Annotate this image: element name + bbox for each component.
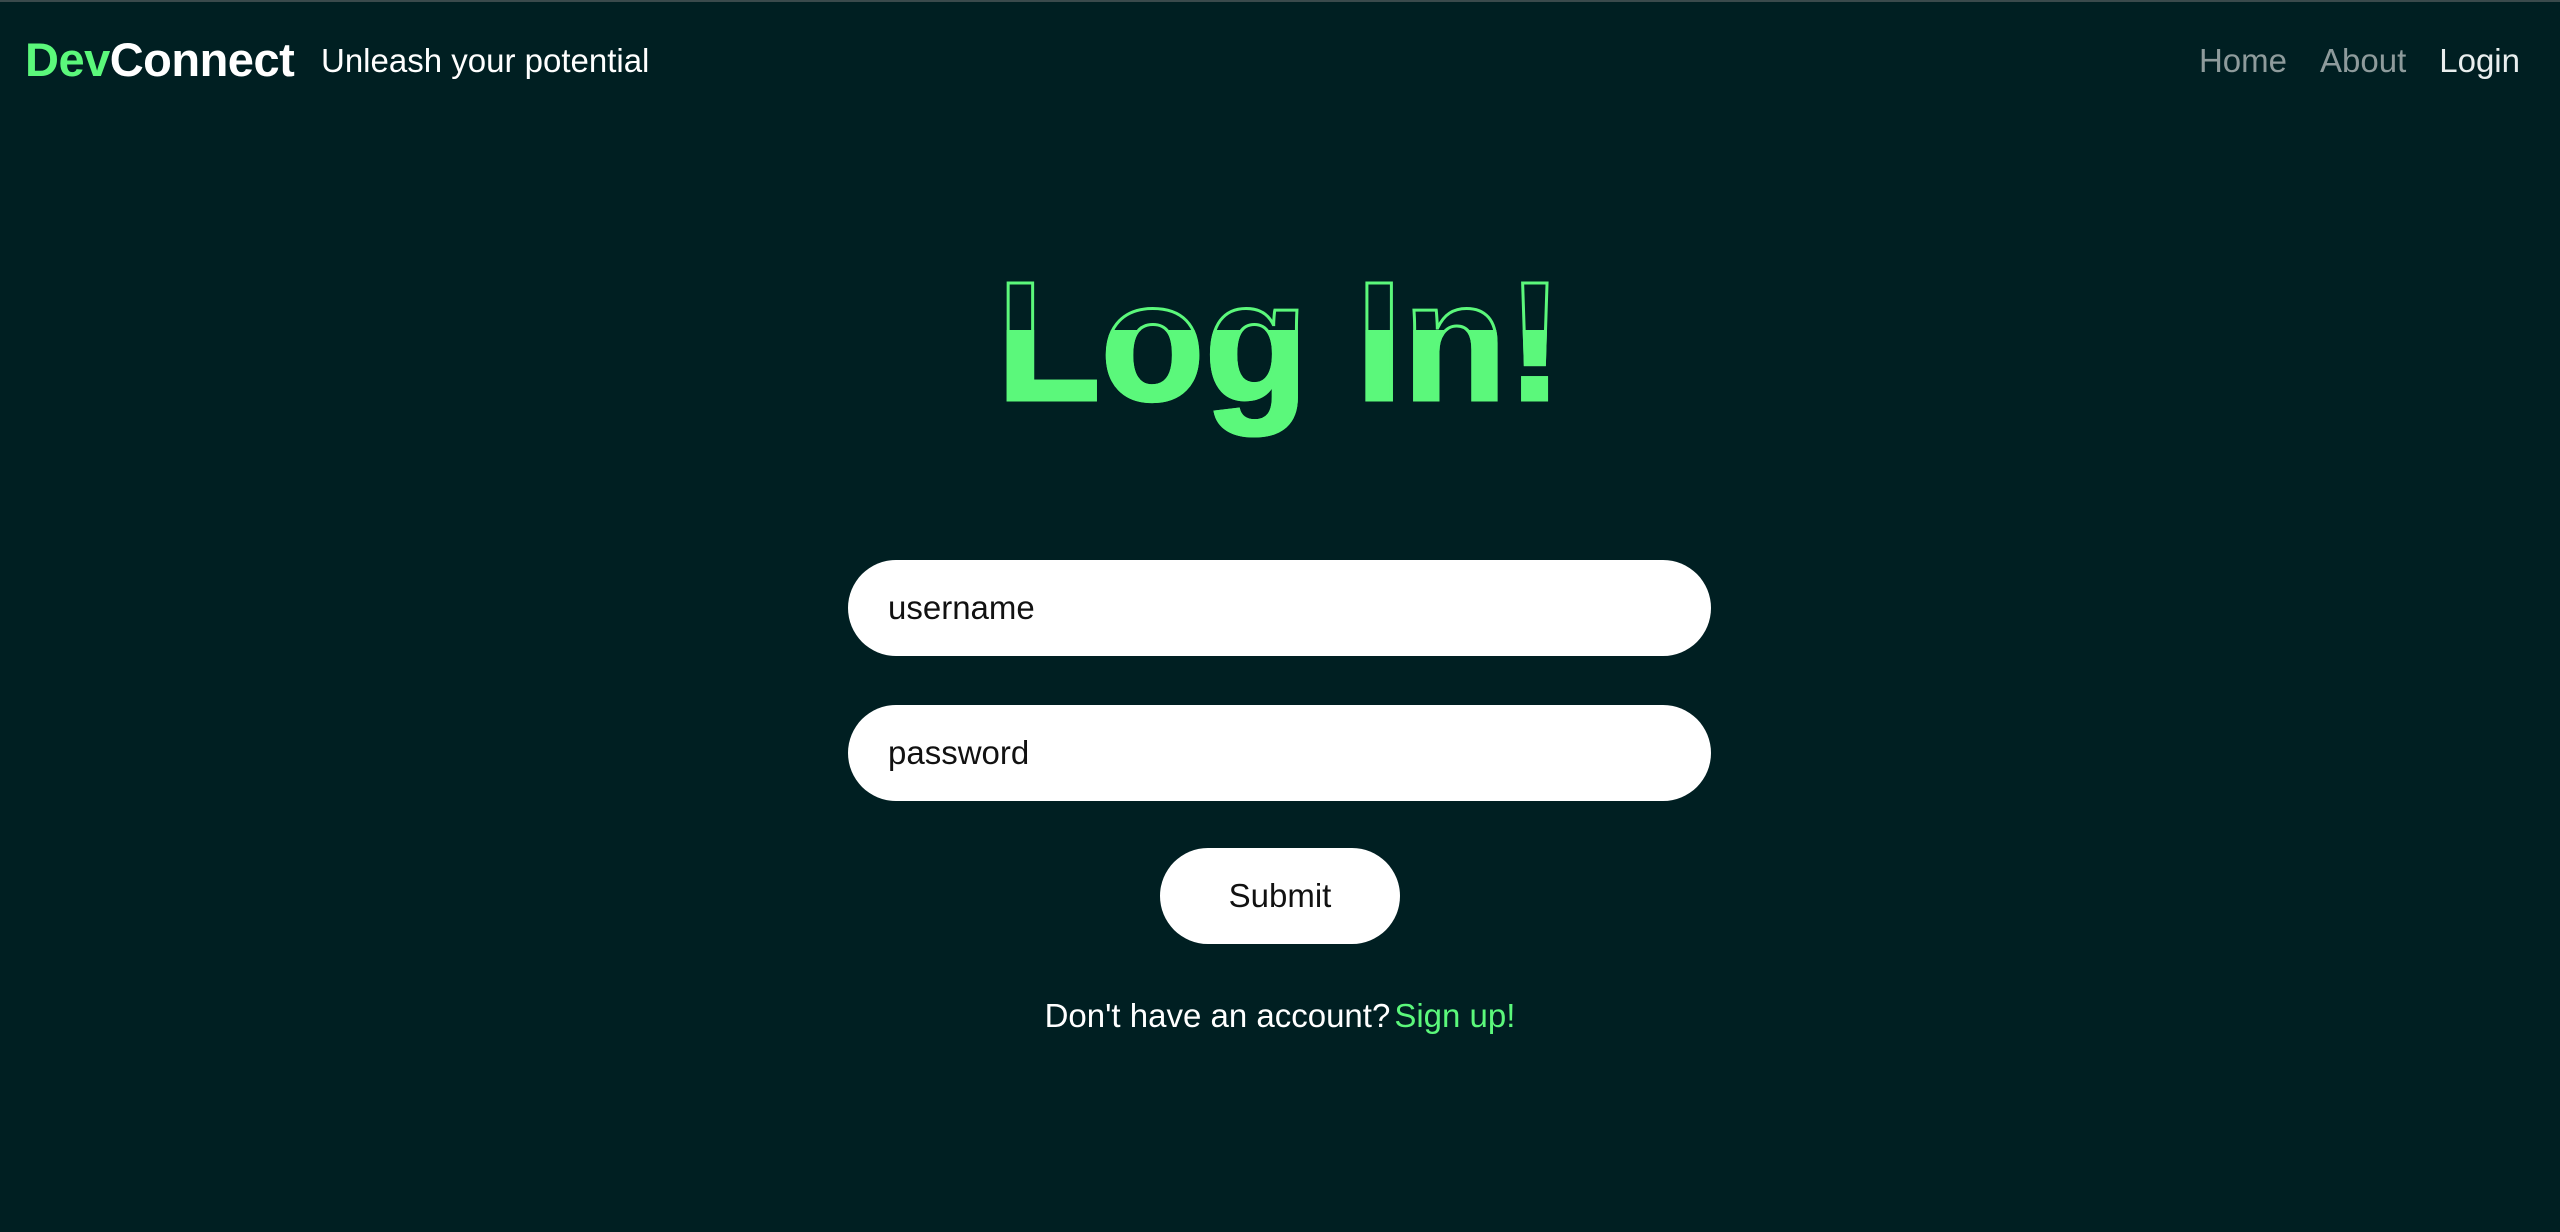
brand-secondary: Connect: [109, 33, 295, 86]
nav-links: Home About Login: [2199, 40, 2520, 82]
nav-link-about[interactable]: About: [2320, 40, 2406, 82]
nav-link-home[interactable]: Home: [2199, 40, 2287, 82]
signup-prompt-line: Don't have an account? Sign up!: [0, 995, 2560, 1037]
page-frame: DevConnect Unleash your potential Home A…: [0, 0, 2560, 1232]
page-title: Log In! Log In!: [0, 240, 2560, 448]
brand-logo[interactable]: DevConnect: [25, 30, 295, 90]
username-input[interactable]: [848, 560, 1711, 656]
page-title-graphic: Log In! Log In!: [1000, 246, 1560, 439]
brand-primary: Dev: [25, 33, 110, 86]
tagline: Unleash your potential: [321, 42, 650, 79]
signup-link[interactable]: Sign up!: [1394, 997, 1515, 1034]
submit-button[interactable]: Submit: [1160, 848, 1400, 944]
nav-link-login[interactable]: Login: [2439, 40, 2520, 82]
password-input[interactable]: [848, 705, 1711, 801]
navbar: DevConnect Unleash your potential Home A…: [0, 2, 2560, 117]
signup-prompt-text: Don't have an account?: [1044, 997, 1391, 1034]
